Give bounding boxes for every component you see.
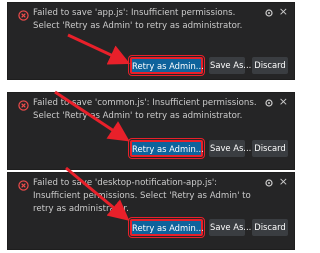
close-icon[interactable]: ×	[279, 96, 288, 108]
retry-as-admin-button[interactable]: Retry as Admin...	[128, 55, 205, 76]
retry-as-admin-button[interactable]: Retry as Admin...	[128, 217, 205, 238]
save-as-button[interactable]: Save As...	[209, 219, 251, 236]
discard-button[interactable]: Discard	[252, 57, 288, 74]
error-icon	[18, 180, 29, 191]
close-icon[interactable]: ×	[279, 176, 288, 188]
close-icon[interactable]: ×	[279, 6, 288, 18]
discard-button[interactable]: Discard	[252, 140, 288, 157]
notification-message: Failed to save 'common.js': Insufficient…	[33, 98, 257, 121]
notification-toast: Failed to save 'app.js': Insufficient pe…	[7, 2, 295, 80]
save-as-button[interactable]: Save As...	[209, 140, 251, 157]
notification-message: Failed to save 'app.js': Insufficient pe…	[33, 8, 243, 31]
notification-toast: Failed to save 'common.js': Insufficient…	[7, 92, 295, 170]
notification-toast: Failed to save 'desktop-notification-app…	[7, 172, 295, 250]
gear-icon[interactable]	[264, 98, 274, 108]
retry-as-admin-button[interactable]: Retry as Admin...	[128, 138, 205, 159]
error-icon	[18, 100, 29, 111]
gear-icon[interactable]	[264, 178, 274, 188]
error-icon	[18, 10, 29, 21]
notification-message: Failed to save 'desktop-notification-app…	[33, 178, 251, 214]
gear-icon[interactable]	[264, 8, 274, 18]
discard-button[interactable]: Discard	[252, 219, 288, 236]
save-as-button[interactable]: Save As...	[209, 57, 251, 74]
